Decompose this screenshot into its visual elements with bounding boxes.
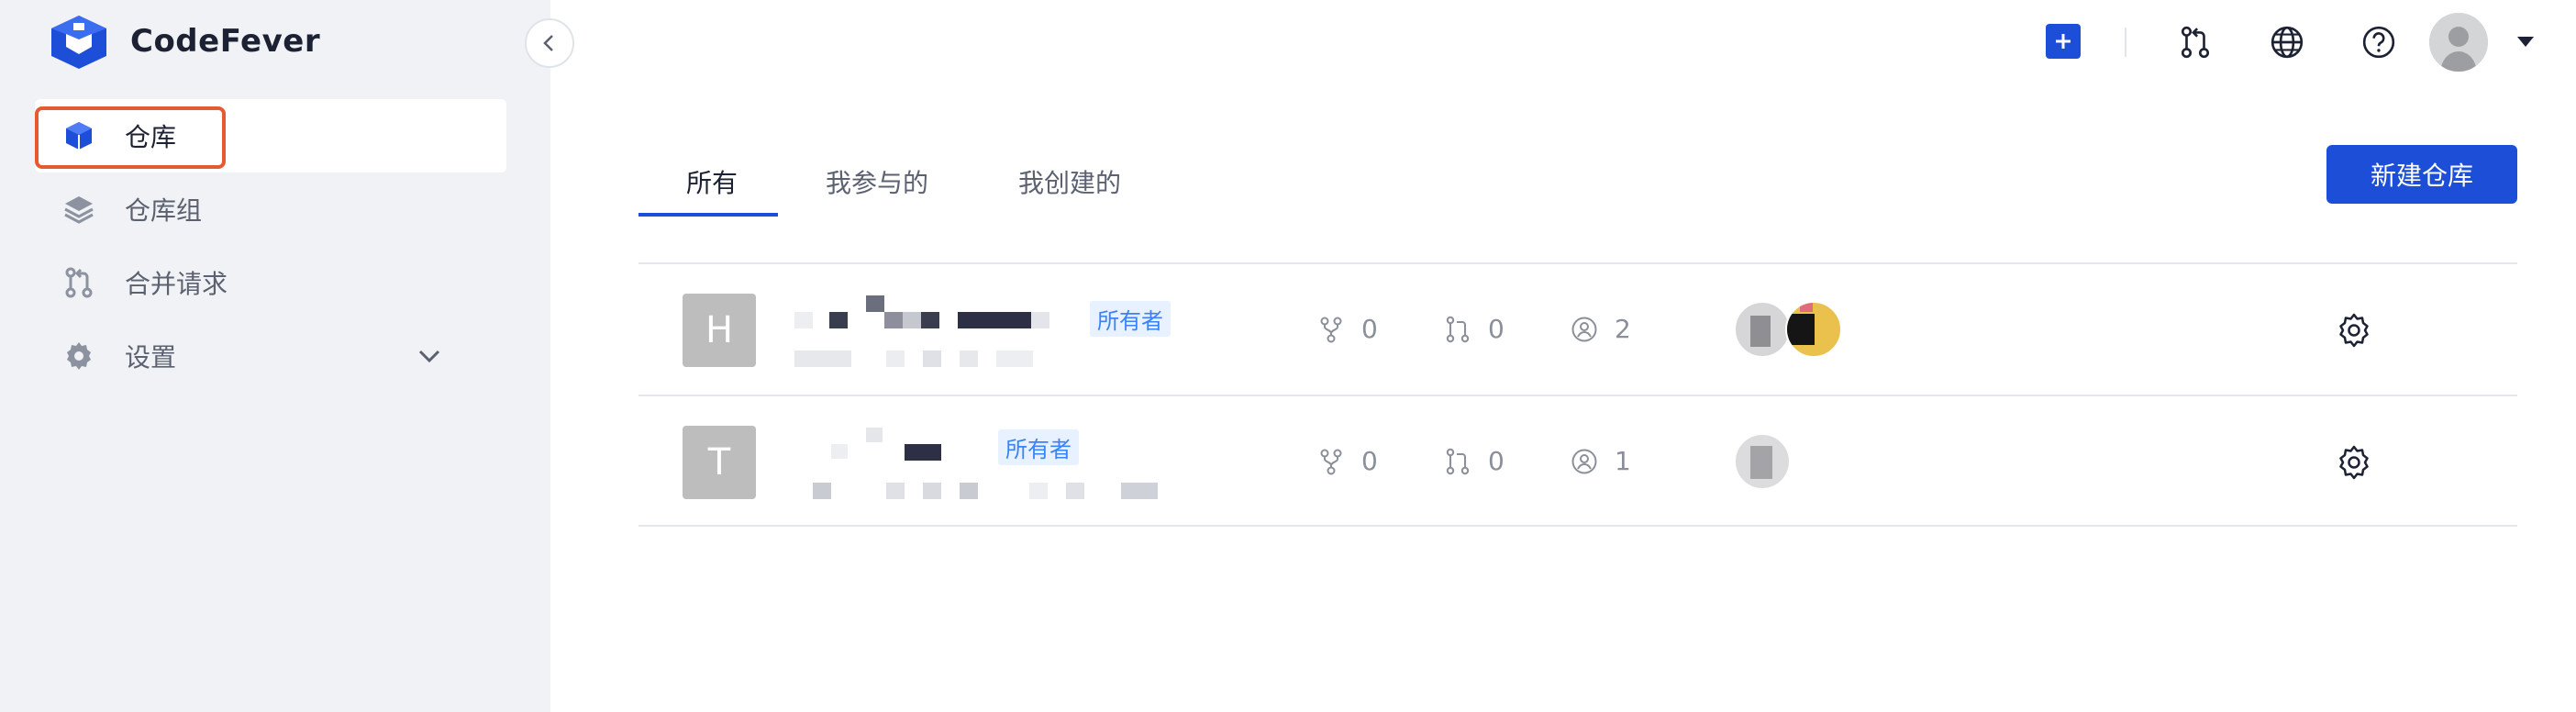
merge-request-count: 0: [1444, 446, 1505, 476]
caret-down-icon[interactable]: [2517, 37, 2534, 47]
redacted-text: [903, 312, 921, 328]
new-repository-button[interactable]: 新建仓库: [2326, 145, 2517, 204]
brand-name: CodeFever: [130, 23, 321, 60]
repo-settings-gear-icon[interactable]: [2336, 444, 2372, 481]
member-avatar[interactable]: [1734, 301, 1791, 358]
tab-participated[interactable]: 我参与的: [826, 163, 928, 200]
fork-icon: [1320, 317, 1342, 342]
chevron-left-icon: [543, 35, 553, 51]
table-row[interactable]: H 所有者 0 0 2: [638, 264, 2517, 393]
tab-created[interactable]: 我创建的: [1018, 163, 1121, 200]
user-circle-icon: [1571, 449, 1597, 473]
redacted-text: [886, 483, 905, 499]
help-icon: [2362, 26, 2395, 59]
topbar-divider: [2125, 28, 2126, 57]
owner-badge: 所有者: [1090, 301, 1171, 337]
member-count-value: 1: [1615, 446, 1631, 476]
fork-count-value: 0: [1361, 446, 1378, 476]
redacted-text: [886, 350, 905, 367]
active-tab-indicator: [638, 213, 778, 217]
layers-icon: [64, 196, 94, 224]
list-divider: [638, 525, 2517, 527]
repo-settings-gear-icon[interactable]: [2336, 312, 2372, 349]
redacted-text: [905, 444, 941, 461]
user-avatar[interactable]: [2429, 13, 2488, 72]
sidebar-item-repositories[interactable]: 仓库: [35, 99, 506, 172]
merge-request-count-value: 0: [1488, 314, 1505, 344]
create-new-button[interactable]: [2046, 24, 2081, 59]
redacted-text: [794, 350, 851, 367]
sidebar-item-label: 仓库组: [125, 195, 203, 226]
merge-request-icon: [1446, 316, 1470, 342]
redacted-text: [831, 444, 848, 459]
sidebar-item-merge-requests[interactable]: 合并请求: [35, 246, 506, 319]
redacted-text: [794, 312, 813, 328]
sidebar-item-label: 合并请求: [125, 269, 228, 299]
gear-icon: [67, 342, 91, 370]
cube-icon: [66, 122, 92, 150]
merge-request-count: 0: [1444, 314, 1505, 344]
redacted-text: [866, 428, 883, 442]
merge-request-count-value: 0: [1488, 446, 1505, 476]
redacted-text: [960, 350, 978, 367]
user-circle-icon: [1571, 317, 1597, 341]
sidebar-item-label: 设置: [125, 342, 177, 373]
redacted-text: [923, 483, 941, 499]
redacted-text: [1066, 483, 1084, 499]
member-count-value: 2: [1615, 314, 1631, 344]
table-row[interactable]: T 所有者 0 0 1: [638, 396, 2517, 525]
plus-icon: [2056, 34, 2071, 49]
topbar-merge-requests-button[interactable]: [2176, 23, 2215, 61]
redacted-text: [829, 312, 848, 328]
owner-badge: 所有者: [998, 429, 1079, 465]
sidebar-item-repo-groups[interactable]: 仓库组: [35, 172, 506, 246]
merge-request-icon: [1446, 448, 1470, 474]
redacted-text: [1031, 312, 1049, 328]
collapse-sidebar-button[interactable]: [525, 18, 574, 68]
member-count: 2: [1571, 314, 1631, 344]
sidebar: CodeFever 仓库 仓库组 合并请求 设置: [0, 0, 550, 712]
fork-count: 0: [1317, 314, 1378, 344]
chevron-down-icon[interactable]: [416, 345, 442, 367]
globe-icon: [2271, 26, 2304, 59]
redacted-text: [923, 350, 941, 367]
fork-count: 0: [1317, 446, 1378, 476]
tab-all[interactable]: 所有: [686, 163, 738, 200]
redacted-text: [884, 312, 903, 328]
merge-request-icon: [2181, 26, 2210, 59]
redacted-text: [1029, 483, 1048, 499]
fork-count-value: 0: [1361, 314, 1378, 344]
language-button[interactable]: [2268, 23, 2306, 61]
member-avatar[interactable]: [1785, 301, 1842, 358]
redacted-text: [921, 312, 939, 328]
redacted-text: [813, 483, 831, 499]
redacted-text: [960, 483, 978, 499]
repo-avatar: H: [683, 294, 756, 367]
codefever-logo-icon: [51, 16, 106, 69]
redacted-text: [996, 350, 1033, 367]
repo-avatar: T: [683, 426, 756, 499]
help-button[interactable]: [2359, 23, 2398, 61]
member-avatar[interactable]: [1734, 433, 1791, 490]
logo[interactable]: CodeFever: [46, 9, 320, 73]
merge-request-icon: [65, 267, 93, 298]
redacted-text: [958, 312, 1031, 328]
avatar-icon: [2429, 13, 2488, 72]
member-count: 1: [1571, 446, 1631, 476]
redacted-text: [866, 295, 884, 312]
sidebar-item-settings[interactable]: 设置: [35, 319, 506, 393]
redacted-text: [1121, 483, 1158, 499]
sidebar-item-label: 仓库: [125, 122, 177, 152]
fork-icon: [1320, 449, 1342, 474]
